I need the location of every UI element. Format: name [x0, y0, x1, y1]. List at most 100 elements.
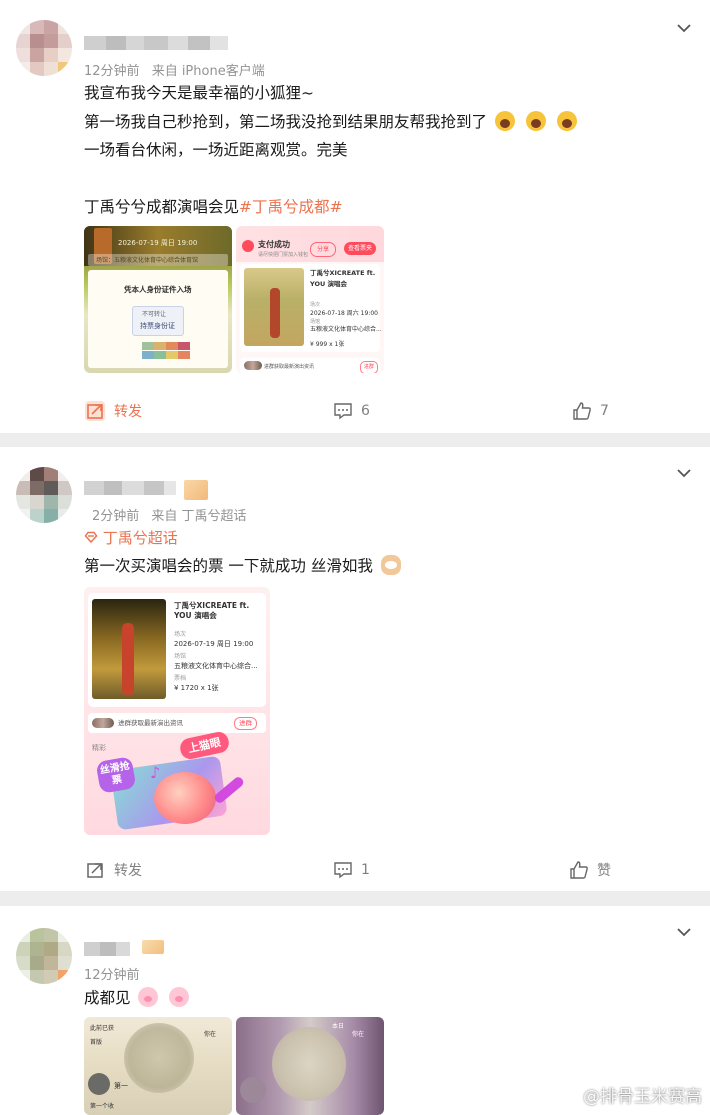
avatar[interactable] [16, 467, 72, 523]
join-group-button[interactable]: 进群 [360, 361, 379, 373]
user-badge-icon [142, 940, 164, 954]
pig-emoji-icon [138, 987, 159, 1007]
img3-text-1: 此前已获 [90, 1025, 115, 1032]
entry-date: 2026-07-19 周日 19:00 [118, 239, 198, 247]
post-image-2[interactable]: 支付成功 请尽快把门票加入钱包 分享 查看票夹 丁禹兮XICREATE ft. … [236, 226, 384, 373]
ticket-price: ¥ 1720 x 1张 [174, 684, 219, 692]
ticket-date: 2026-07-19 周日 19:00 [174, 640, 254, 648]
comment-button[interactable]: 6 [333, 401, 370, 421]
avatar-group-icon [244, 361, 262, 370]
thumbs-up-icon [570, 861, 588, 879]
comment-count: 1 [361, 862, 370, 878]
img3-text-5: 第一个收 [90, 1103, 115, 1110]
music-note-icon: ♪ [150, 763, 161, 782]
post-3: 12分钟前 成都见 此前已获 你在 首版 第一 第一个收 你在 本日 @排骨玉米… [0, 906, 710, 1115]
topic-link[interactable]: #丁禹兮成都# [239, 198, 342, 216]
thumbs-up-icon [573, 402, 591, 420]
weibo-logo-icon [556, 1085, 580, 1105]
post-image-4[interactable]: 你在 本日 [236, 1017, 384, 1115]
ticket-wonderful: 精彩 [92, 744, 106, 752]
user-badge-icon [184, 480, 208, 500]
entry-badge: 不可转让 [142, 311, 167, 318]
show-venue: 五粮液文化体育中心综合... [310, 326, 382, 333]
repost-button[interactable]: 转发 [84, 400, 142, 422]
post-time: 12分钟前 [84, 64, 140, 79]
ticket-join-button[interactable]: 进群 [234, 717, 257, 730]
comment-icon [334, 403, 352, 420]
chevron-down-icon[interactable] [676, 20, 692, 36]
post-text-line-4-prefix: 丁禹兮兮成都演唱会见 [84, 198, 240, 216]
entry-title: 凭本人身份证件入场 [124, 285, 192, 294]
post-text-line-3: 一场看台休闲，一场近距离观赏。完美 [84, 141, 348, 159]
show-date: 2026-07-18 周六 19:00 [310, 310, 378, 317]
watermark: @排骨玉米赛高 [555, 1082, 702, 1107]
comment-icon [334, 862, 352, 879]
img4-text-2: 本日 [332, 1023, 345, 1030]
watermark-text: @排骨玉米赛高 [583, 1087, 702, 1107]
check-circle-icon [242, 240, 254, 252]
comment-count: 6 [361, 403, 370, 419]
show-price: ¥ 999 x 1张 [310, 341, 345, 348]
supertopic-link[interactable]: 丁禹兮超话 [84, 527, 178, 549]
post-text-content: 成都见 [84, 989, 131, 1007]
group-footer: 进群获取最新演出资讯 [264, 364, 315, 370]
post-text-line-4: 丁禹兮兮成都演唱会见#丁禹兮成都# [84, 196, 343, 218]
post-meta: 12分钟前 [84, 964, 140, 983]
post-text-line-1: 我宣布我今天是最幸福的小狐狸~ [84, 84, 314, 102]
post-meta: 2分钟前 来自 丁禹兮超话 [92, 505, 247, 524]
ticket-show-title: 丁禹兮XICREATE ft. YOU 演唱会 [174, 601, 250, 620]
post-text: 第一次买演唱会的票 一下就成功 丝滑如我 [84, 555, 401, 577]
img3-text-4: 第一 [114, 1082, 128, 1090]
scream-emoji-icon [525, 111, 546, 131]
repost-label: 转发 [114, 404, 142, 420]
post-text: 成都见 [84, 987, 190, 1009]
username-blurred[interactable] [84, 942, 130, 956]
avatar-group-icon [92, 718, 114, 728]
post-image-3[interactable]: 此前已获 你在 首版 第一 第一个收 [84, 1017, 232, 1115]
entry-card-text: 持票身份证 [140, 322, 175, 330]
comment-button[interactable]: 1 [333, 860, 370, 880]
repost-icon [85, 401, 105, 421]
post-text-content: 第一次买演唱会的票 一下就成功 丝滑如我 [84, 557, 373, 575]
scream-emoji-icon [494, 111, 515, 131]
entry-venue: 场馆：五粮液文化体育中心综合体育馆 [96, 257, 199, 264]
share-button[interactable]: 分享 [310, 242, 337, 257]
post-source[interactable]: 来自 iPhone客户端 [152, 64, 265, 79]
supertopic-label: 丁禹兮超话 [102, 529, 178, 547]
show-title: 丁禹兮XICREATE ft. YOU 演唱会 [310, 269, 376, 288]
scream-emoji-icon [556, 111, 577, 131]
pay-status: 支付成功 [258, 240, 290, 249]
pig-emoji-icon [169, 987, 190, 1007]
post-image-ticket[interactable]: 丁禹兮XICREATE ft. YOU 演唱会 场次 2026-07-19 周日… [84, 587, 270, 835]
ticket-footer: 进群获取最新演出资讯 [118, 719, 183, 727]
post-time: 12分钟前 [84, 968, 140, 983]
like-button[interactable]: 7 [572, 401, 609, 421]
post-image-1[interactable]: 2026-07-19 周日 19:00 场馆：五粮液文化体育中心综合体育馆 凭本… [84, 226, 232, 373]
post-text-line-2-text: 第一场我自己秒抢到，第二场我没抢到结果朋友帮我抢到了 [84, 113, 488, 131]
repost-button[interactable]: 转发 [84, 859, 142, 881]
cat-emoji-icon [380, 555, 401, 575]
like-button[interactable]: 赞 [569, 860, 611, 880]
chevron-down-icon[interactable] [676, 924, 692, 940]
ticket-venue: 五粮液文化体育中心综合... [174, 662, 258, 670]
like-count: 7 [600, 403, 609, 419]
view-ticket-button[interactable]: 查看票夹 [344, 242, 377, 255]
avatar[interactable] [16, 20, 72, 76]
post-meta: 12分钟前 来自 iPhone客户端 [84, 60, 265, 79]
post-2: 2分钟前 来自 丁禹兮超话 丁禹兮超话 第一次买演唱会的票 一下就成功 丝滑如我… [0, 447, 710, 891]
username-blurred[interactable] [84, 481, 176, 495]
post-time: 2分钟前 [92, 509, 140, 524]
like-label: 赞 [597, 863, 611, 879]
username-blurred[interactable] [84, 36, 228, 50]
chevron-down-icon[interactable] [676, 465, 692, 481]
img4-text-1: 你在 [352, 1031, 365, 1038]
pay-sub: 请尽快把门票加入钱包 [258, 252, 309, 258]
img3-text-3: 首版 [90, 1039, 103, 1046]
post-1: 12分钟前 来自 iPhone客户端 我宣布我今天是最幸福的小狐狸~ 第一场我自… [0, 0, 710, 433]
repost-icon [87, 863, 103, 878]
promo-label-2: 上猫眼 [178, 730, 231, 761]
post-text-line-2: 第一场我自己秒抢到，第二场我没抢到结果朋友帮我抢到了 [84, 111, 577, 133]
img3-text-2: 你在 [204, 1031, 217, 1038]
avatar[interactable] [16, 928, 72, 984]
post-source[interactable]: 来自 丁禹兮超话 [151, 509, 246, 524]
